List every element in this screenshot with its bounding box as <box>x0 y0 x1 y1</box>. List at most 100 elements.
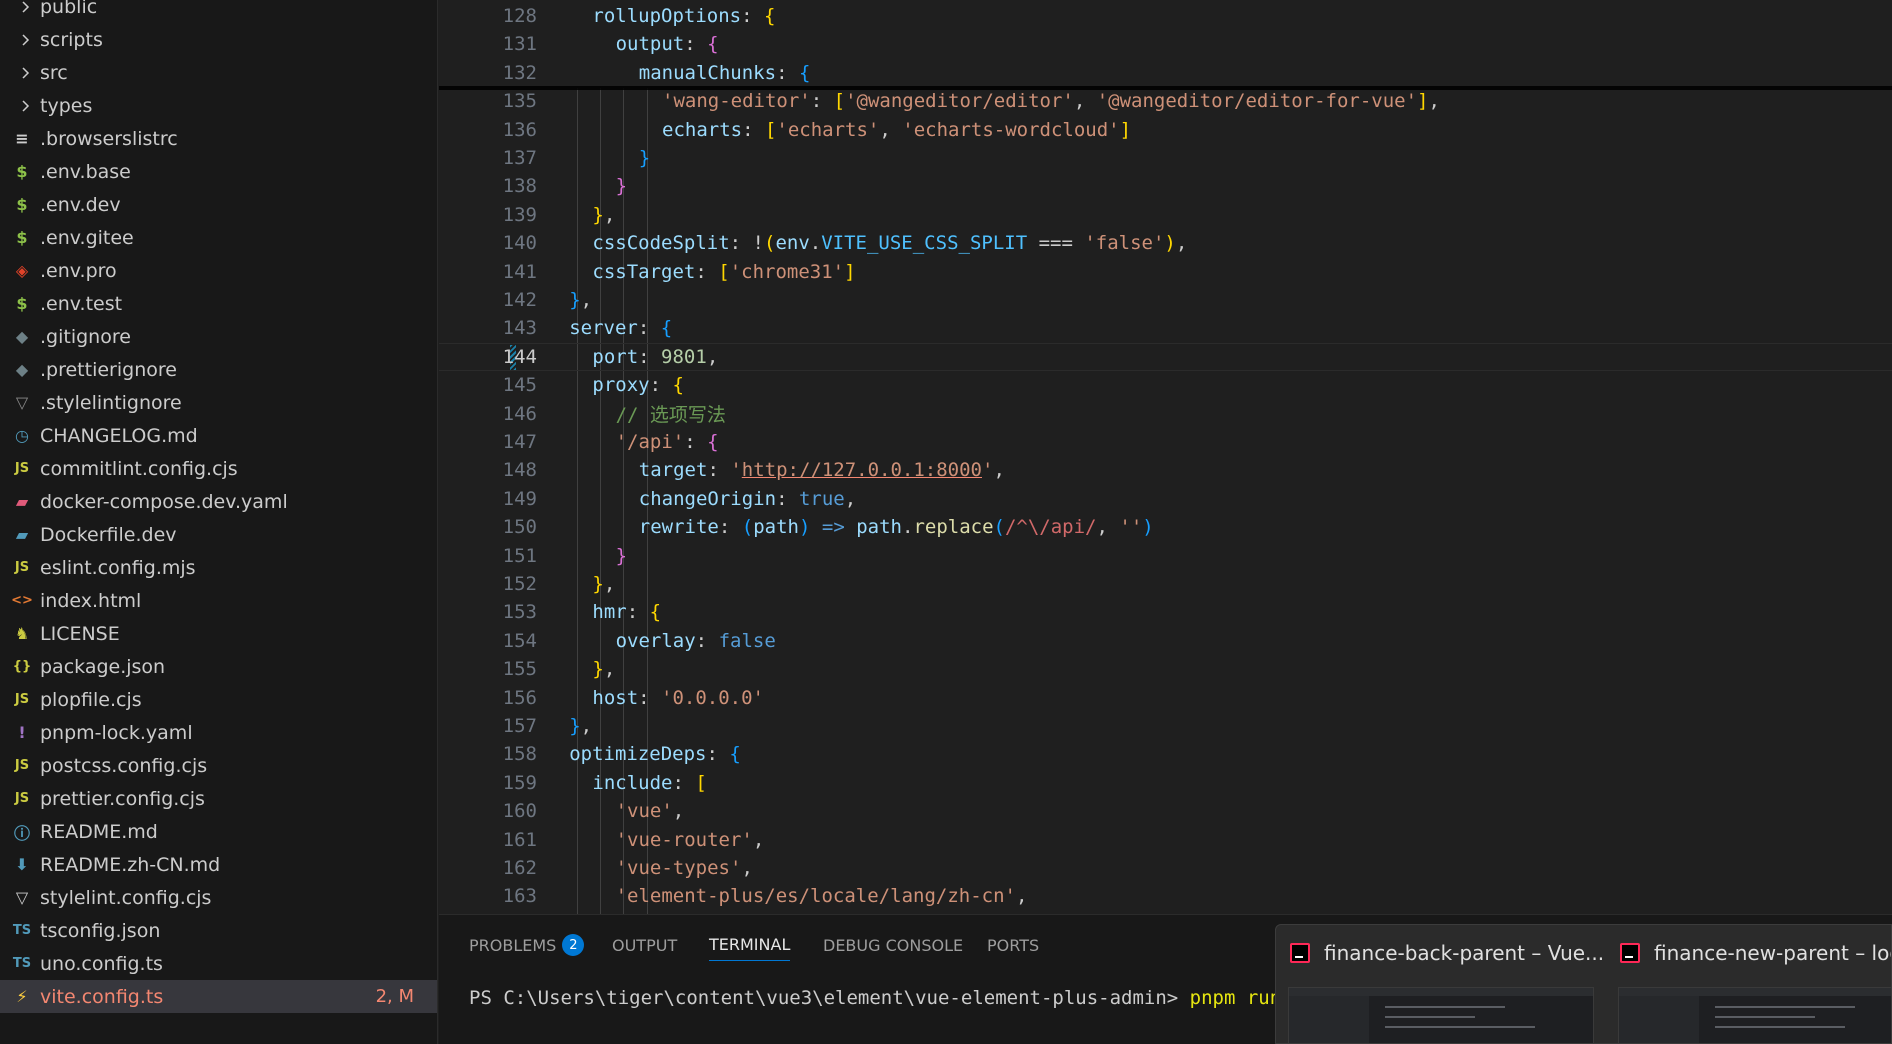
explorer-item[interactable]: ◆ .prettierignore <box>0 353 437 386</box>
code-token: { <box>660 317 673 340</box>
line-number: 141 <box>502 260 537 283</box>
code-line[interactable]: 135 'wang-editor': ['@wangeditor/editor',… <box>439 87 1892 115</box>
explorer-item[interactable]: ▽ stylelint.config.cjs <box>0 881 437 914</box>
code-line[interactable]: 162 'vue-types', <box>439 854 1892 882</box>
code-line[interactable]: 155}, <box>439 655 1892 683</box>
explorer-item[interactable]: ▽ .stylelintignore <box>0 386 437 419</box>
explorer-item[interactable]: ◆ .gitignore <box>0 320 437 353</box>
code-line[interactable]: 150 rewrite: (path) => path.replace(/^\/a… <box>439 513 1892 541</box>
code-line[interactable]: 147 '/api': { <box>439 428 1892 456</box>
code-line[interactable]: 131 output: { <box>439 30 1892 58</box>
code-token: VITE_USE_CSS_SPLIT <box>821 232 1028 255</box>
explorer-item[interactable]: JS postcss.config.cjs <box>0 749 437 782</box>
code-token: true <box>798 487 845 510</box>
terminal-output-line[interactable]: PS C:\Users\tiger\content\vue3\element\v… <box>469 987 1304 1009</box>
terminal-prompt: PS C:\Users\tiger\content\vue3\element\v… <box>469 987 1190 1009</box>
code-text: include: [ <box>592 772 706 794</box>
code-line[interactable]: 161 'vue-router', <box>439 826 1892 854</box>
explorer-item-label: scripts <box>40 28 103 51</box>
tab-ports[interactable]: PORTS <box>987 929 1039 961</box>
javascript-icon: JS <box>14 791 30 806</box>
explorer-item[interactable]: $ .env.test <box>0 287 437 320</box>
code-line[interactable]: 146 // 选项写法 <box>439 400 1892 428</box>
code-text: }, <box>592 204 615 226</box>
code-line[interactable]: 163 'element-plus/es/locale/lang/zh-cn', <box>439 882 1892 910</box>
code-editor[interactable]: 128 rollupOptions: {131 output: {132 manual… <box>439 0 1892 914</box>
code-line[interactable]: 143 server: { <box>439 314 1892 342</box>
taskbar-preview-window-2[interactable]: finance-new-parent – logb <box>1606 925 1891 1043</box>
explorer-item[interactable]: public <box>0 0 437 23</box>
explorer-item[interactable]: types <box>0 89 437 122</box>
tab-problems[interactable]: PROBLEMS 2 <box>469 929 585 961</box>
explorer-item[interactable]: src <box>0 56 437 89</box>
dollar-icon: $ <box>16 294 28 313</box>
code-line[interactable]: 138} <box>439 172 1892 200</box>
explorer-item[interactable]: JS prettier.config.cjs <box>0 782 437 815</box>
line-number: 160 <box>502 800 537 823</box>
code-token: : <box>626 601 650 624</box>
explorer-item[interactable]: ◈ .env.pro <box>0 254 437 287</box>
explorer-item[interactable]: ▰ docker-compose.dev.yaml <box>0 485 437 518</box>
tab-output[interactable]: OUTPUT <box>612 929 677 961</box>
code-line[interactable]: 144 port: 9801, <box>439 342 1892 371</box>
code-line[interactable]: 140 cssCodeSplit: !(env.VITE_USE_CSS_SPLI… <box>439 229 1892 257</box>
code-line[interactable]: 158 optimizeDeps: { <box>439 740 1892 768</box>
explorer-item[interactable]: $ .env.gitee <box>0 221 437 254</box>
explorer-item[interactable]: TS tsconfig.json <box>0 914 437 947</box>
line-number: 159 <box>502 771 537 794</box>
code-token: 'chrome31' <box>729 260 845 283</box>
code-line[interactable]: 141 cssTarget: ['chrome31'] <box>439 258 1892 286</box>
code-token: { <box>729 743 741 766</box>
explorer-item[interactable]: $ .env.dev <box>0 188 437 221</box>
explorer-item[interactable]: JS plopfile.cjs <box>0 683 437 716</box>
explorer-item[interactable]: <> index.html <box>0 584 437 617</box>
explorer-item[interactable]: {} package.json <box>0 650 437 683</box>
code-line[interactable]: 132 manualChunks: { <box>439 59 1892 87</box>
code-token: , <box>580 715 593 737</box>
code-line[interactable]: 153 hmr: { <box>439 598 1892 626</box>
code-line[interactable]: 137} <box>439 144 1892 172</box>
explorer-item[interactable]: $ .env.base <box>0 155 437 188</box>
git-status-badge: 2, M <box>375 986 414 1007</box>
explorer-item[interactable]: ⓘ README.md <box>0 815 437 848</box>
code-line[interactable]: 148 target: 'http://127.0.0.1:8000', <box>439 456 1892 484</box>
code-line[interactable]: 157}, <box>439 712 1892 740</box>
explorer-item[interactable]: ▰ Dockerfile.dev <box>0 518 437 551</box>
code-line[interactable]: 136 echarts: ['echarts', 'echarts-wordclo… <box>439 116 1892 144</box>
code-token: { <box>764 5 776 27</box>
code-line[interactable]: 128 rollupOptions: { <box>439 2 1892 30</box>
explorer-item[interactable]: JS commitlint.config.cjs <box>0 452 437 485</box>
taskbar-preview-window-1[interactable]: finance-back-parent – Vue... <box>1276 925 1606 1043</box>
explorer-item[interactable]: ! pnpm-lock.yaml <box>0 716 437 749</box>
tab-terminal[interactable]: TERMINAL <box>709 929 791 961</box>
code-line[interactable]: 149 changeOrigin: true, <box>439 485 1892 513</box>
code-line[interactable]: 152}, <box>439 570 1892 598</box>
code-line[interactable]: 160 'vue', <box>439 797 1892 825</box>
code-line[interactable]: 139}, <box>439 201 1892 229</box>
tab-debug-console[interactable]: DEBUG CONSOLE <box>823 929 963 961</box>
docker-icon: ▰ <box>15 492 29 511</box>
explorer-item-label: tsconfig.json <box>40 919 161 942</box>
explorer-item[interactable]: ♞ LICENSE <box>0 617 437 650</box>
explorer-item[interactable]: ≡ .browserslistrc <box>0 122 437 155</box>
code-line[interactable]: 151} <box>439 542 1892 570</box>
code-token: { <box>672 374 684 397</box>
lines-icon: ≡ <box>15 129 29 148</box>
code-token: { <box>649 601 662 624</box>
code-text: }, <box>592 658 615 680</box>
code-line[interactable]: 142}, <box>439 286 1892 314</box>
code-line[interactable]: 159 include: [ <box>439 769 1892 797</box>
dollar-icon: $ <box>16 195 28 214</box>
code-line[interactable]: 154 overlay: false <box>439 627 1892 655</box>
code-line[interactable]: 145 proxy: { <box>439 371 1892 399</box>
explorer-item[interactable]: JS eslint.config.mjs <box>0 551 437 584</box>
explorer-item[interactable]: ⬇ README.zh-CN.md <box>0 848 437 881</box>
explorer-item[interactable]: ⚡ vite.config.ts 2, M <box>0 980 437 1013</box>
explorer-item[interactable]: scripts <box>0 23 437 56</box>
explorer-item-label: package.json <box>40 655 166 678</box>
code-token: ( <box>993 516 1005 539</box>
code-line[interactable]: 156 host: '0.0.0.0' <box>439 684 1892 712</box>
line-number: 128 <box>502 5 537 27</box>
explorer-item[interactable]: ◷ CHANGELOG.md <box>0 419 437 452</box>
explorer-item[interactable]: TS uno.config.ts <box>0 947 437 980</box>
